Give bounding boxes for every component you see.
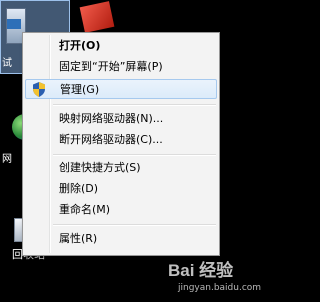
menu-item-create-shortcut[interactable]: 创建快捷方式(S) bbox=[25, 158, 217, 178]
baidu-watermark: Bai 经验 bbox=[168, 261, 234, 280]
menu-item-properties[interactable]: 属性(R) bbox=[25, 229, 217, 249]
menu-item-pin-to-start[interactable]: 固定到“开始”屏幕(P) bbox=[25, 57, 217, 77]
red-app-icon[interactable] bbox=[79, 1, 115, 33]
desktop-icon-label-partial: 网 bbox=[2, 154, 12, 165]
menu-item-open[interactable]: 打开(O) bbox=[25, 36, 217, 56]
menu-item-manage[interactable]: 管理(G) bbox=[25, 79, 217, 99]
desktop-icon-label-partial: 试 bbox=[2, 58, 12, 69]
computer-screen-icon bbox=[7, 19, 21, 29]
shield-icon bbox=[33, 82, 45, 97]
menu-item-rename[interactable]: 重命名(M) bbox=[25, 200, 217, 220]
menu-item-disconnect-network-drive[interactable]: 断开网络驱动器(C)... bbox=[25, 130, 217, 150]
watermark-url: jingyan.baidu.com bbox=[178, 283, 262, 293]
menu-separator bbox=[53, 154, 216, 156]
context-menu: 打开(O) 固定到“开始”屏幕(P) 管理(G) 映射网络驱动器(N)... 断… bbox=[22, 32, 220, 256]
menu-item-delete[interactable]: 删除(D) bbox=[25, 179, 217, 199]
menu-separator bbox=[53, 104, 216, 106]
menu-separator bbox=[53, 224, 216, 226]
menu-item-map-network-drive[interactable]: 映射网络驱动器(N)... bbox=[25, 109, 217, 129]
